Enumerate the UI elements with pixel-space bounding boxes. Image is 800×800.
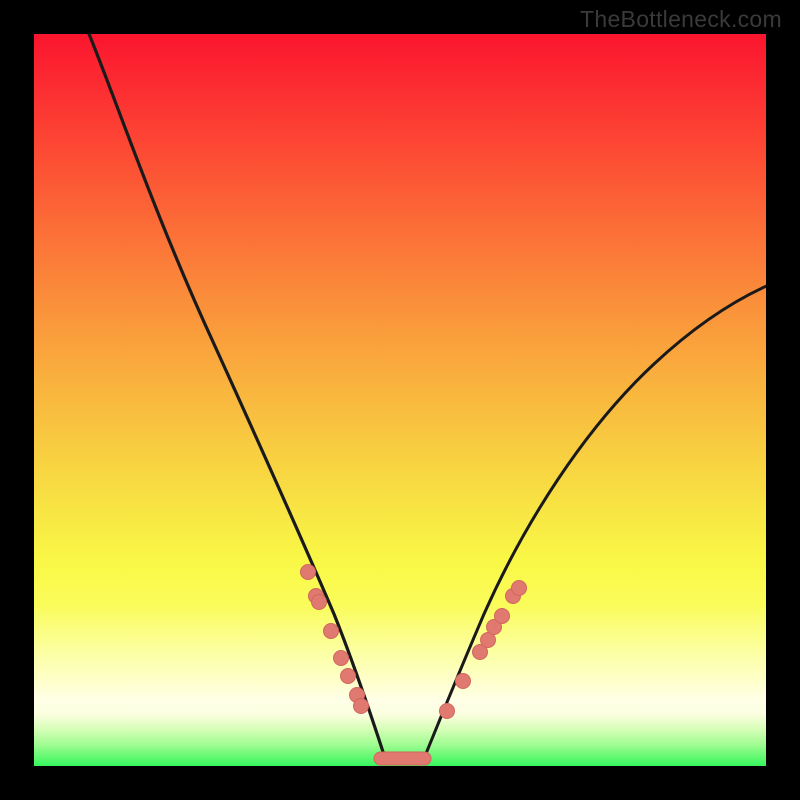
chart-svg	[34, 34, 766, 766]
bottom-bar	[374, 752, 431, 765]
curve-group	[87, 34, 766, 761]
marker-dot	[324, 624, 339, 639]
marker-dot	[440, 704, 455, 719]
marker-dot	[512, 581, 527, 596]
marker-group-right	[440, 581, 527, 719]
marker-dot	[456, 674, 471, 689]
marker-group-left	[301, 565, 369, 714]
marker-dot	[334, 651, 349, 666]
marker-dot	[341, 669, 356, 684]
marker-dot	[495, 609, 510, 624]
bottleneck-curve-right	[423, 284, 766, 761]
watermark-text: TheBottleneck.com	[580, 6, 782, 33]
marker-dot	[312, 595, 327, 610]
marker-dot	[301, 565, 316, 580]
marker-dot	[354, 699, 369, 714]
chart-frame	[34, 34, 766, 766]
